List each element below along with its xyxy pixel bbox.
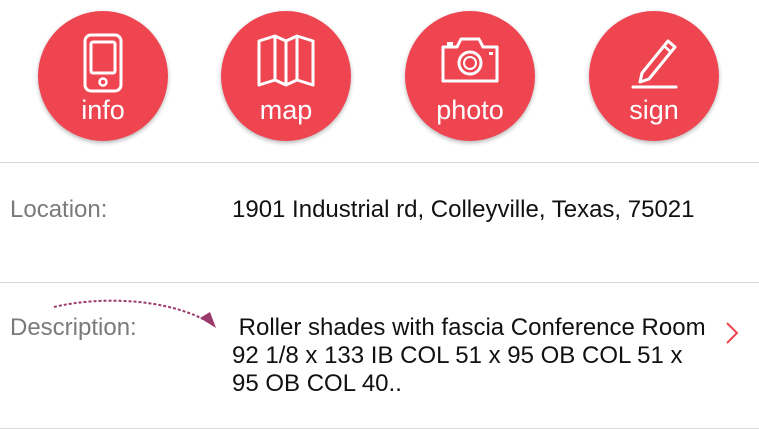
divider xyxy=(0,162,759,163)
chevron-right-icon[interactable] xyxy=(724,321,740,350)
pencil-icon xyxy=(589,33,719,95)
description-value[interactable]: Roller shades with fascia Conference Roo… xyxy=(232,314,712,398)
action-buttons-row: info map photo sign xyxy=(0,0,759,162)
sign-button-label: sign xyxy=(629,95,679,125)
info-button[interactable]: info xyxy=(38,11,168,141)
location-label: Location: xyxy=(10,196,108,223)
map-button-label: map xyxy=(259,95,313,125)
map-button[interactable]: map xyxy=(221,11,351,141)
photo-button[interactable]: photo xyxy=(405,11,535,141)
info-button-label: info xyxy=(81,95,125,125)
phone-icon xyxy=(38,33,168,95)
camera-icon xyxy=(405,33,535,95)
location-value: 1901 Industrial rd, Colleyville, Texas, … xyxy=(232,196,695,223)
job-detail-screen: info map photo sign Location: 1901 Indus… xyxy=(0,0,759,429)
sign-button[interactable]: sign xyxy=(589,11,719,141)
photo-button-label: photo xyxy=(436,95,504,125)
map-icon xyxy=(221,33,351,95)
description-label: Description: xyxy=(10,314,137,341)
divider xyxy=(0,282,759,283)
